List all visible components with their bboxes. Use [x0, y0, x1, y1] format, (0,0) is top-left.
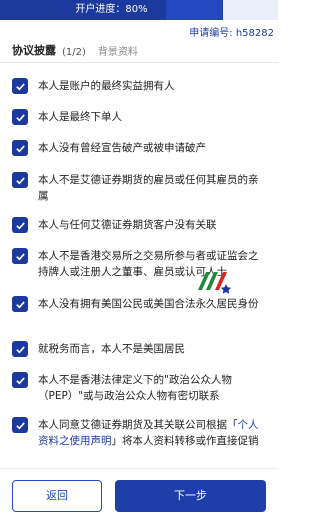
checkbox[interactable] — [12, 417, 28, 433]
disclosure-text: 本人不是香港法律定义下的"政治公众人物（PEP）"或与政治公众人物有密切联系 — [38, 374, 232, 402]
application-number: 申请编号: h58282 — [189, 28, 274, 39]
checkbox[interactable] — [12, 78, 28, 94]
disclosure-text: 本人是最终下单人 — [38, 111, 122, 123]
progress-bar: 开户进度：80% — [0, 0, 278, 20]
next-button[interactable]: 下一步 — [115, 480, 266, 512]
check-icon — [15, 421, 25, 429]
disclosure-text: 本人与任何艾德证券期货客户没有关联 — [38, 219, 217, 231]
check-icon — [15, 144, 25, 152]
disclosure-text: 就税务而言，本人不是美国居民 — [38, 343, 185, 355]
disclosure-text: 本人不是艾德证券期货的雇员或任何其雇员的亲属 — [38, 174, 259, 202]
disclosure-item[interactable]: 本人没有拥有美国公民或美国合法永久居民身份 — [12, 296, 268, 312]
disclosure-text: 本人没有曾经宣告破产或被申请破产 — [38, 142, 206, 154]
checkbox[interactable] — [12, 217, 28, 233]
tabs-divider — [0, 62, 278, 63]
disclosure-item[interactable]: 本人不是艾德证券期货的雇员或任何其雇员的亲属 — [12, 172, 268, 204]
disclosure-text: 本人是账户的最终实益拥有人 — [38, 80, 175, 92]
disclosure-text: 本人同意艾德证券期货及其关联公司根据「个人资料之使用声明」将本人资料转移或作直接… — [38, 419, 259, 447]
disclosure-item[interactable]: 本人同意艾德证券期货及其关联公司根据「个人资料之使用声明」将本人资料转移或作直接… — [12, 417, 268, 449]
disclosure-item[interactable]: 本人与任何艾德证券期货客户没有关联 — [12, 217, 268, 233]
disclosure-item[interactable]: 就税务而言，本人不是美国居民 — [12, 341, 268, 357]
checkbox[interactable] — [12, 372, 28, 388]
check-icon — [15, 300, 25, 308]
checkbox[interactable] — [12, 296, 28, 312]
tab-background-info[interactable]: 背景资料 — [98, 43, 138, 58]
tab-disclosure[interactable]: 协议披露 — [12, 42, 56, 58]
check-icon — [15, 345, 25, 353]
disclosure-item[interactable]: 本人不是香港法律定义下的"政治公众人物（PEP）"或与政治公众人物有密切联系 — [12, 372, 268, 404]
tab-step-count: (1/2) — [62, 47, 86, 58]
check-icon — [15, 252, 25, 260]
progress-label: 开户进度：80% — [75, 4, 148, 15]
footer-divider — [0, 468, 278, 469]
checkbox[interactable] — [12, 341, 28, 357]
disclosure-item[interactable]: 本人是账户的最终实益拥有人 — [12, 78, 268, 94]
checkbox[interactable] — [12, 172, 28, 188]
progress-remaining — [223, 0, 278, 20]
disclosure-item[interactable]: 本人没有曾经宣告破产或被申请破产 — [12, 140, 268, 156]
disclosure-item[interactable]: 本人是最终下单人 — [12, 109, 268, 125]
check-icon — [15, 113, 25, 121]
check-icon — [15, 82, 25, 90]
logo-icon — [198, 272, 232, 294]
tab-bar: 协议披露 (1/2) 背景资料 — [12, 36, 138, 58]
check-icon — [15, 221, 25, 229]
disclosure-text: 本人没有拥有美国公民或美国合法永久居民身份 — [38, 298, 259, 310]
checkbox[interactable] — [12, 109, 28, 125]
check-icon — [15, 176, 25, 184]
checkbox[interactable] — [12, 248, 28, 264]
back-button[interactable]: 返回 — [12, 480, 102, 512]
checkbox[interactable] — [12, 140, 28, 156]
check-icon — [15, 376, 25, 384]
